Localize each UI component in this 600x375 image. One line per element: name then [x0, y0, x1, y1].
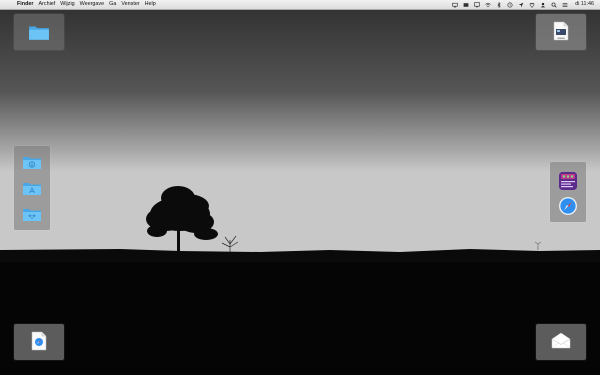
top-left-panel: [14, 14, 64, 50]
notification-center-icon[interactable]: [562, 2, 568, 8]
screen-mirroring-icon[interactable]: [452, 2, 458, 8]
menu-weergave[interactable]: Weergave: [80, 0, 104, 9]
dropbox-folder-icon[interactable]: [22, 206, 42, 222]
svg-text:▬▬▬: ▬▬▬: [557, 37, 565, 40]
wifi-icon[interactable]: [485, 2, 491, 8]
cast-icon[interactable]: [474, 1, 480, 8]
menubar-clock[interactable]: di 11:46: [575, 0, 594, 9]
top-right-panel: ▬▬▬: [536, 14, 586, 50]
wallpaper-image: [0, 0, 600, 375]
bottom-right-panel: [536, 324, 586, 360]
display-icon[interactable]: [463, 2, 469, 8]
menu-venster[interactable]: Venster: [121, 0, 139, 9]
menu-finder[interactable]: Finder: [17, 0, 33, 9]
downloads-folder-icon[interactable]: [22, 154, 42, 170]
applications-folder-icon[interactable]: [22, 180, 42, 196]
time-machine-icon[interactable]: [507, 2, 513, 8]
menu-wijzig[interactable]: Wijzig: [60, 0, 74, 9]
menu-bar: Finder Archief Wijzig Weergave Ga Venste…: [0, 0, 600, 10]
folder-icon[interactable]: [28, 23, 50, 41]
battery-icon[interactable]: [529, 2, 535, 8]
menu-help[interactable]: Help: [145, 0, 156, 9]
app-window-icon[interactable]: [558, 171, 578, 191]
bluetooth-icon[interactable]: [496, 1, 502, 8]
document-preview-icon[interactable]: ▬▬▬: [553, 20, 569, 42]
mail-envelope-icon[interactable]: [550, 332, 572, 350]
left-stack-panel: [14, 146, 50, 230]
right-stack-panel: [550, 162, 586, 222]
safari-icon[interactable]: [558, 196, 578, 216]
desktop: Finder Archief Wijzig Weergave Ga Venste…: [0, 0, 600, 375]
spotlight-icon[interactable]: [551, 2, 557, 8]
bottom-left-panel: [14, 324, 64, 360]
user-icon[interactable]: [540, 2, 546, 8]
location-icon[interactable]: [518, 2, 524, 8]
menu-ga[interactable]: Ga: [109, 0, 116, 9]
safari-document-icon[interactable]: [31, 330, 47, 352]
menu-archief[interactable]: Archief: [38, 0, 55, 9]
